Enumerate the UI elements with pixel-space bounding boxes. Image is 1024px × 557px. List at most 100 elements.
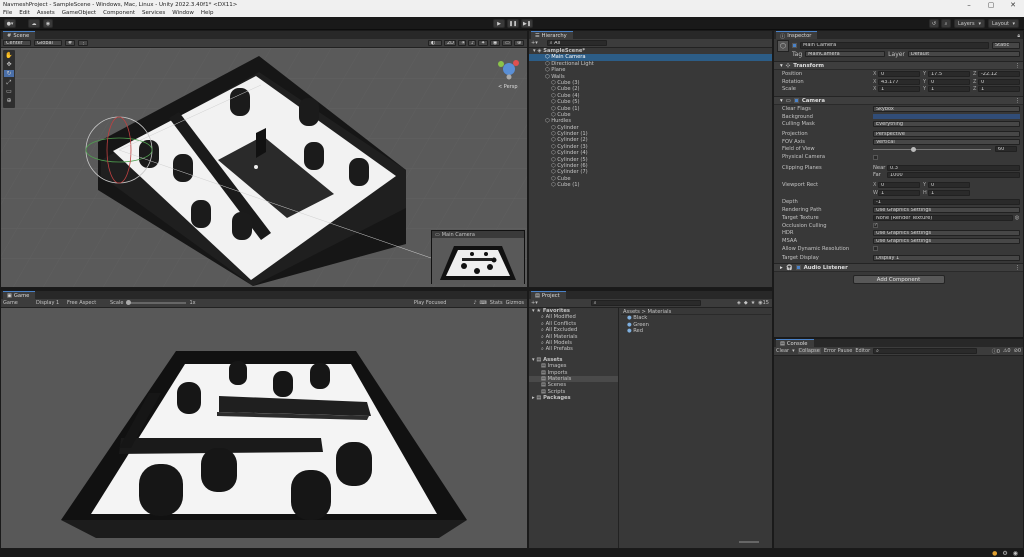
game-viewport[interactable] (1, 308, 527, 548)
pivot-dropdown[interactable]: Center (3, 40, 31, 46)
progress-icon[interactable]: ● (992, 550, 997, 557)
clear-button[interactable]: Clear (776, 348, 789, 354)
settings-icon[interactable]: ⋮ (1015, 63, 1023, 69)
collapse-toggle[interactable]: Collapse (797, 348, 821, 354)
mute-icon[interactable]: ♪ (473, 300, 476, 306)
scale-tool-icon[interactable]: ⤢ (4, 79, 14, 86)
object-name-field[interactable]: Main Camera (800, 42, 989, 49)
lighting-toggle[interactable]: ☀ (458, 40, 466, 46)
tab-console[interactable]: ▤ Console (776, 339, 814, 347)
camera-header[interactable]: ▾ ▭ Camera ⋮ (774, 96, 1023, 106)
gizmos-toggle[interactable]: ⊕ (514, 40, 524, 46)
minimize-icon[interactable]: – (958, 1, 980, 9)
stats-button[interactable]: Stats (490, 300, 503, 306)
rendering-path-dropdown[interactable]: Use Graphics Settings (873, 207, 1020, 214)
warning-count[interactable]: ⚠0 (1003, 348, 1011, 354)
transform-header[interactable]: ▾ ⊹ Transform ⋮ (774, 61, 1023, 70)
menu-component[interactable]: Component (103, 10, 135, 16)
snap-toggle[interactable]: ⋮ (78, 40, 88, 46)
game-mode-dropdown[interactable]: Game (3, 300, 33, 306)
rotate-tool-icon[interactable]: ↻ (4, 70, 14, 77)
depth-field[interactable]: -1 (873, 199, 1020, 206)
hdr-dropdown[interactable]: Use Graphics Settings (873, 230, 1020, 237)
scale-slider[interactable] (126, 300, 187, 305)
info-count[interactable]: ⓘ0 (992, 348, 1000, 355)
lock-icon[interactable]: 🔒︎ (1017, 33, 1023, 39)
aspect-dropdown[interactable]: Free Aspect (67, 300, 107, 306)
fov-slider-handle[interactable] (911, 146, 916, 152)
rect-tool-icon[interactable]: ▭ (4, 88, 14, 95)
layout-dropdown[interactable]: Layout ▾ (988, 19, 1019, 28)
menu-file[interactable]: File (3, 10, 12, 16)
tag-dropdown[interactable]: MainCamera (805, 51, 886, 57)
rotation-z[interactable]: 0 (978, 78, 1020, 85)
fov-axis-dropdown[interactable]: Vertical (873, 138, 1020, 145)
scale-slider-handle[interactable] (126, 300, 132, 305)
filter-icon[interactable]: ◈ (737, 300, 741, 306)
position-x[interactable]: 0 (878, 70, 920, 77)
settings-icon[interactable]: ⋮ (1015, 265, 1023, 271)
add-icon[interactable]: +▾ (531, 40, 538, 46)
occlusion-culling-checkbox[interactable]: ✓ (873, 223, 878, 229)
play-button[interactable]: ▶ (493, 19, 505, 28)
tab-inspector[interactable]: ⓘ Inspector (776, 31, 818, 40)
packages-header[interactable]: ▸ ▤ Packages (529, 395, 618, 401)
dynamic-resolution-checkbox[interactable] (873, 246, 878, 252)
physical-camera-checkbox[interactable] (873, 154, 878, 160)
history-button[interactable]: ↺ (929, 19, 939, 28)
object-picker-icon[interactable]: ◎ (1013, 215, 1021, 221)
persp-label[interactable]: < Persp (498, 84, 518, 90)
project-search[interactable]: ⌕ (590, 300, 701, 306)
far-field[interactable]: 1000 (887, 172, 1020, 179)
scale-z[interactable]: 1 (978, 86, 1020, 93)
menu-help[interactable]: Help (201, 10, 214, 16)
label-icon[interactable]: ◆ (744, 300, 748, 306)
hidden-toggle[interactable]: ◉ (490, 40, 500, 46)
close-icon[interactable]: ✕ (1002, 1, 1024, 9)
hierarchy-search[interactable]: ⌕ All (546, 40, 607, 46)
grid-toggle[interactable]: # (65, 40, 75, 46)
add-icon[interactable]: +▾ (531, 300, 538, 306)
near-field[interactable]: 0.3 (887, 164, 1020, 171)
favorite-item[interactable]: ⌕ All Prefabs (529, 346, 618, 352)
audio-toggle[interactable]: ♪ (468, 40, 476, 46)
account-button[interactable]: ●▾ (4, 19, 16, 28)
search-button[interactable]: ⌕ (941, 19, 951, 28)
shortcut-icon[interactable]: ⌨ (480, 300, 487, 306)
viewport-x[interactable]: 0 (878, 182, 920, 189)
hand-tool-icon[interactable]: ✋ (4, 52, 14, 59)
scale-x[interactable]: 1 (878, 86, 920, 93)
menu-assets[interactable]: Assets (37, 10, 55, 16)
chevron-down-icon[interactable]: ▾ (792, 348, 795, 354)
hierarchy-item[interactable]: ⬡ Cube (1) (529, 182, 772, 188)
material-item[interactable]: ● Red (621, 328, 771, 334)
camera-enabled-checkbox[interactable] (793, 98, 799, 104)
position-z[interactable]: -22.12 (978, 70, 1020, 77)
position-y[interactable]: 17.5 (928, 70, 970, 77)
rotation-x[interactable]: 43.177 (878, 78, 920, 85)
star-icon[interactable]: ★ (751, 300, 755, 306)
debug-icon[interactable]: ⚙ (1002, 550, 1007, 557)
msaa-dropdown[interactable]: Use Graphics Settings (873, 237, 1020, 244)
tab-hierarchy[interactable]: ☰ Hierarchy (531, 31, 573, 39)
error-pause-toggle[interactable]: Error Pause (824, 348, 852, 354)
menu-window[interactable]: Window (172, 10, 194, 16)
collab-button[interactable]: ◉ (43, 19, 53, 28)
transform-tool-icon[interactable]: ⊕ (4, 97, 14, 104)
hidden-packages-icon[interactable]: ◉15 (758, 300, 772, 306)
background-color-swatch[interactable] (873, 114, 1020, 120)
shading-mode-button[interactable]: ◐ (428, 40, 442, 46)
editor-dropdown[interactable]: Editor (855, 348, 870, 354)
pause-button[interactable]: ❚❚ (507, 19, 519, 28)
menu-edit[interactable]: Edit (19, 10, 30, 16)
viewport-w[interactable]: 1 (878, 189, 920, 196)
zoom-slider[interactable] (739, 541, 759, 543)
scale-y[interactable]: 1 (928, 86, 970, 93)
maximize-icon[interactable]: ▢ (980, 1, 1002, 9)
gizmos-dropdown[interactable]: Gizmos (506, 300, 527, 306)
target-texture-field[interactable]: None (Render Texture) (873, 214, 1013, 221)
fov-value[interactable]: 60 (995, 146, 1017, 153)
tab-project[interactable]: ▤ Project (531, 291, 566, 299)
play-focused-dropdown[interactable]: Play Focused (414, 300, 447, 306)
effects-toggle[interactable]: ✦ (478, 40, 488, 46)
